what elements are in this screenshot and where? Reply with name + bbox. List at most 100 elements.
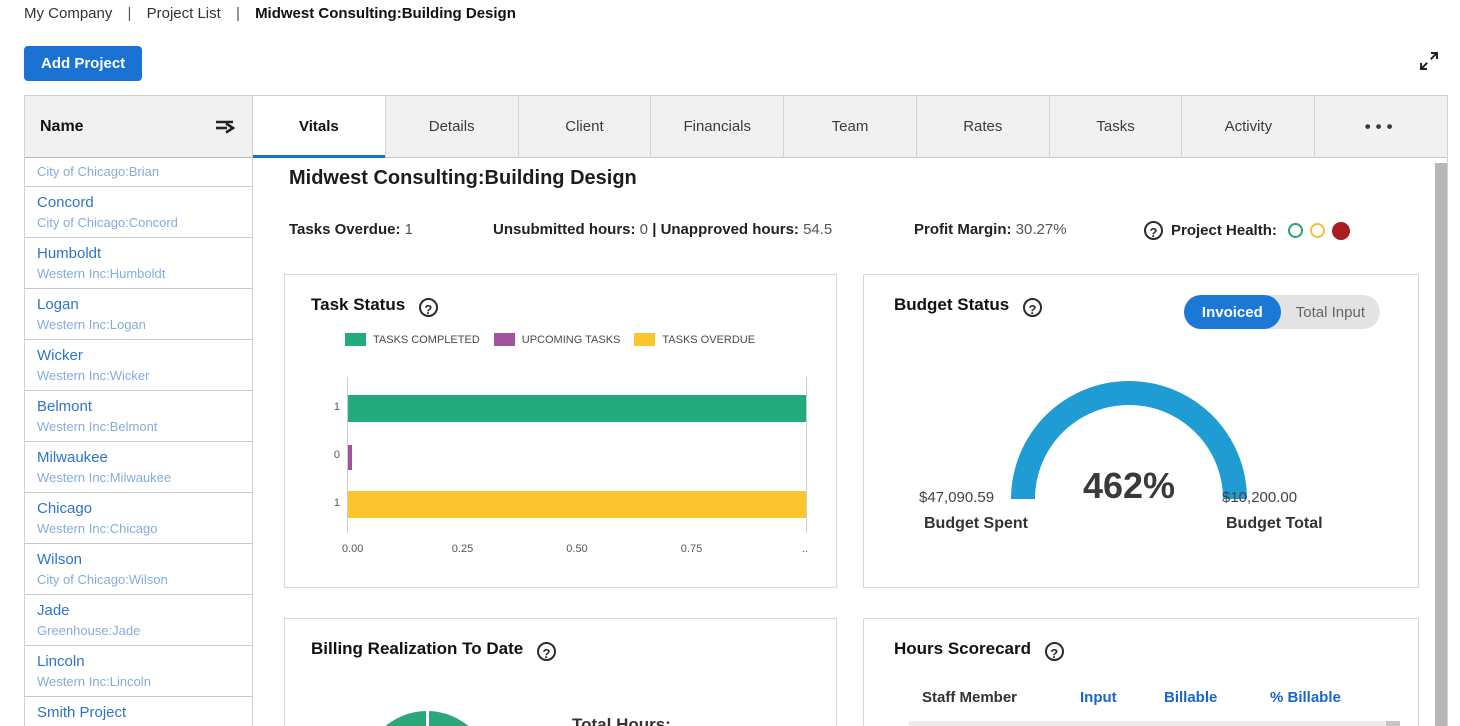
stat-label: Unapproved hours:: [661, 221, 799, 238]
sidebar-header: Name: [25, 96, 252, 158]
x-axis-tick: ..: [802, 543, 808, 555]
stat-value: 54.5: [803, 221, 832, 238]
project-subtitle: Western Inc:Milwaukee: [37, 468, 240, 487]
legend-swatch-completed: [345, 333, 366, 346]
tab-team[interactable]: Team: [784, 96, 917, 157]
expand-fullscreen-icon[interactable]: [1416, 48, 1442, 74]
project-title[interactable]: Logan: [37, 294, 240, 315]
collapse-panel-icon[interactable]: [213, 117, 237, 137]
x-axis-tick: 0.50: [566, 543, 587, 555]
card-title: Budget Status ?: [894, 295, 1042, 317]
help-icon[interactable]: ?: [1023, 298, 1042, 317]
project-subtitle: Greenhouse:Jade: [37, 621, 240, 640]
task-status-legend: TASKS COMPLETED UPCOMING TASKS TASKS OVE…: [345, 333, 769, 346]
legend-label: UPCOMING TASKS: [522, 334, 621, 346]
toggle-total-input[interactable]: Total Input: [1281, 296, 1380, 329]
card-title: Billing Realization To Date ?: [311, 639, 556, 661]
project-title[interactable]: Lincoln: [37, 651, 240, 672]
legend-swatch-upcoming: [494, 333, 515, 346]
add-project-button[interactable]: Add Project: [24, 46, 142, 81]
stat-label: Unsubmitted hours:: [493, 221, 636, 238]
card-title: Hours Scorecard ?: [894, 639, 1064, 661]
project-title[interactable]: Humboldt: [37, 243, 240, 264]
total-hours-label: Total Hours:: [572, 715, 671, 726]
column-header-pct-billable[interactable]: % Billable: [1270, 689, 1341, 706]
sidebar-item-milwaukee[interactable]: Milwaukee Western Inc:Milwaukee: [25, 442, 252, 493]
help-icon[interactable]: ?: [1045, 642, 1064, 661]
sidebar-item-wilson[interactable]: Wilson City of Chicago:Wilson: [25, 544, 252, 595]
stat-tasks-overdue: Tasks Overdue: 1: [289, 221, 413, 238]
stat-label: Project Health:: [1171, 222, 1277, 239]
sidebar-item-concord[interactable]: Concord City of Chicago:Concord: [25, 187, 252, 238]
project-panel: Name Brian City of Chicago:Brian Concord…: [24, 95, 1448, 726]
task-status-bar-chart: 1 0 1 0.00 0.25 0.50 0.75 ..: [347, 377, 807, 533]
billing-realization-title: Billing Realization To Date: [311, 639, 523, 658]
sidebar-item-wicker[interactable]: Wicker Western Inc:Wicker: [25, 340, 252, 391]
pie-slice-divider: [426, 711, 429, 726]
sidebar-item-lincoln[interactable]: Lincoln Western Inc:Lincoln: [25, 646, 252, 697]
legend-item-completed: TASKS COMPLETED: [345, 333, 480, 346]
tab-rates[interactable]: Rates: [917, 96, 1050, 157]
tab-activity[interactable]: Activity: [1182, 96, 1315, 157]
breadcrumb: My Company | Project List | Midwest Cons…: [24, 5, 516, 22]
help-icon[interactable]: ?: [1144, 221, 1163, 240]
toggle-invoiced[interactable]: Invoiced: [1184, 295, 1281, 329]
legend-label: TASKS COMPLETED: [373, 334, 480, 346]
help-icon[interactable]: ?: [537, 642, 556, 661]
sidebar-item-logan[interactable]: Logan Western Inc:Logan: [25, 289, 252, 340]
breadcrumb-project-list[interactable]: Project List: [147, 5, 221, 22]
tab-vitals[interactable]: Vitals: [253, 96, 386, 157]
budget-total-label: Budget Total: [1226, 515, 1323, 533]
column-header-input[interactable]: Input: [1080, 689, 1117, 706]
stat-value: 30.27%: [1016, 221, 1067, 238]
budget-toggle: Invoiced Total Input: [1184, 295, 1380, 329]
bar-tasks-completed: [348, 395, 806, 422]
project-title[interactable]: Wilson: [37, 549, 240, 570]
breadcrumb-my-company[interactable]: My Company: [24, 5, 112, 22]
project-title[interactable]: Wicker: [37, 345, 240, 366]
project-subtitle: City of Chicago:Wilson: [37, 570, 240, 589]
budget-percent: 462%: [1029, 465, 1229, 507]
sidebar-item-humboldt[interactable]: Humboldt Western Inc:Humboldt: [25, 238, 252, 289]
project-title[interactable]: Chicago: [37, 498, 240, 519]
tab-details[interactable]: Details: [386, 96, 519, 157]
tab-more-ellipsis[interactable]: •••: [1315, 96, 1447, 157]
project-title[interactable]: Jade: [37, 600, 240, 621]
vitals-content: Midwest Consulting:Building Design Tasks…: [253, 158, 1447, 726]
project-title[interactable]: Smith Project: [37, 702, 240, 723]
project-title[interactable]: Belmont: [37, 396, 240, 417]
sidebar-item-smith-project[interactable]: Smith Project Midwest Consulting:Smith P…: [25, 697, 252, 726]
sidebar-header-label: Name: [40, 118, 84, 136]
sidebar-item-belmont[interactable]: Belmont Western Inc:Belmont: [25, 391, 252, 442]
project-title[interactable]: Milwaukee: [37, 447, 240, 468]
breadcrumb-current-project: Midwest Consulting:Building Design: [255, 5, 516, 22]
project-subtitle: City of Chicago:Brian: [37, 162, 240, 181]
tab-tasks[interactable]: Tasks: [1050, 96, 1183, 157]
vertical-scrollbar[interactable]: [1435, 163, 1447, 726]
budget-spent-label: Budget Spent: [924, 515, 1028, 533]
tab-financials[interactable]: Financials: [651, 96, 784, 157]
sidebar-item-chicago[interactable]: Chicago Western Inc:Chicago: [25, 493, 252, 544]
project-subtitle: Western Inc:Humboldt: [37, 264, 240, 283]
tab-client[interactable]: Client: [519, 96, 652, 157]
table-scrollbar-thumb[interactable]: [1386, 721, 1400, 726]
help-icon[interactable]: ?: [419, 298, 438, 317]
project-title[interactable]: Concord: [37, 192, 240, 213]
breadcrumb-separator: |: [128, 5, 132, 22]
bar-tasks-overdue: [348, 491, 806, 518]
stat-separator: |: [652, 221, 656, 238]
health-dot-green: [1288, 223, 1303, 238]
stat-value: 1: [405, 221, 413, 238]
table-row: [909, 721, 1400, 726]
x-axis-tick: 0.00: [342, 543, 363, 555]
sidebar-item-jade[interactable]: Jade Greenhouse:Jade: [25, 595, 252, 646]
y-axis-label: 1: [320, 401, 340, 413]
column-header-billable[interactable]: Billable: [1164, 689, 1217, 706]
hours-scorecard-title: Hours Scorecard: [894, 639, 1031, 658]
project-list: Brian City of Chicago:Brian Concord City…: [25, 158, 252, 726]
hours-scorecard-card: Hours Scorecard ? Staff Member Input Bil…: [863, 618, 1419, 726]
card-title: Task Status ?: [311, 295, 438, 317]
project-subtitle: City of Chicago:Concord: [37, 213, 240, 232]
sidebar-item-brian[interactable]: Brian City of Chicago:Brian: [25, 158, 252, 187]
budget-spent-value: $47,090.59: [919, 489, 994, 506]
